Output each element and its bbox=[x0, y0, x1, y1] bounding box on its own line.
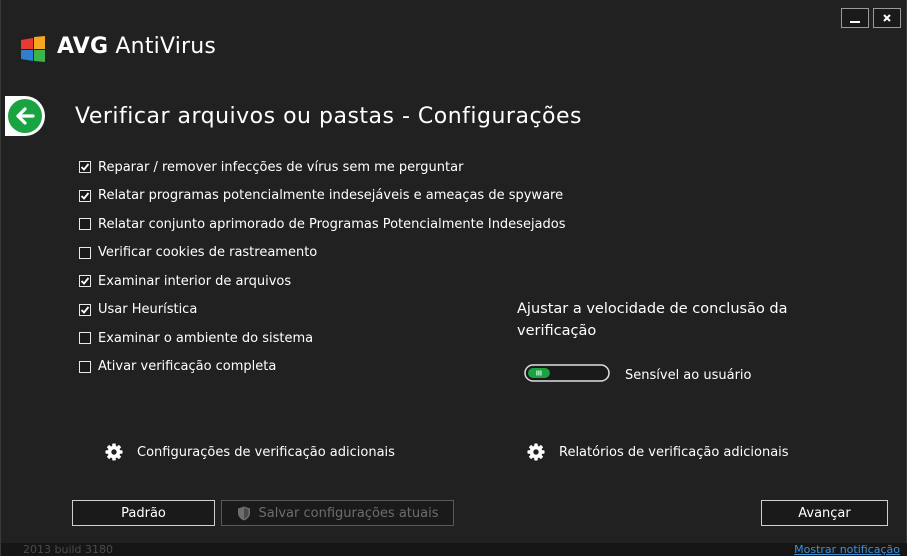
close-icon bbox=[883, 14, 891, 22]
checkbox[interactable] bbox=[79, 275, 91, 288]
next-button[interactable]: Avançar bbox=[761, 500, 888, 526]
default-button-label: Padrão bbox=[121, 505, 166, 521]
checkmark-icon bbox=[80, 277, 90, 286]
additional-settings-link[interactable]: Configurações de verificação adicionais bbox=[105, 443, 395, 461]
additional-reports-link[interactable]: Relatórios de verificação adicionais bbox=[527, 443, 789, 461]
close-button[interactable] bbox=[873, 8, 901, 28]
option-label: Relatar programas potencialmente indesej… bbox=[98, 188, 564, 204]
avg-logo-icon bbox=[21, 36, 45, 62]
additional-reports-label: Relatórios de verificação adicionais bbox=[559, 444, 789, 460]
brand-name: AVG bbox=[57, 34, 109, 59]
default-button[interactable]: Padrão bbox=[72, 500, 215, 526]
checkmark-icon bbox=[80, 192, 90, 200]
minimize-icon bbox=[850, 21, 860, 23]
option-thorough-scan[interactable]: Ativar verificação completa bbox=[79, 353, 566, 382]
checkbox[interactable] bbox=[79, 246, 91, 259]
checkbox[interactable] bbox=[79, 360, 91, 373]
checkbox[interactable] bbox=[79, 189, 91, 202]
title-bar: AVG AntiVirus bbox=[1, 0, 907, 82]
scan-speed-slider[interactable] bbox=[524, 364, 610, 382]
checkbox[interactable] bbox=[79, 303, 91, 316]
checkmark-icon bbox=[80, 163, 90, 172]
option-system-environment[interactable]: Examinar o ambiente do sistema bbox=[79, 324, 566, 353]
option-label: Examinar o ambiente do sistema bbox=[98, 330, 314, 346]
option-label: Verificar cookies de rastreamento bbox=[98, 245, 318, 261]
save-button-label: Salvar configurações atuais bbox=[258, 505, 439, 521]
option-tracking-cookies[interactable]: Verificar cookies de rastreamento bbox=[79, 239, 566, 268]
product-name: AntiVirus bbox=[115, 34, 217, 59]
option-report-enhanced-pup[interactable]: Relatar conjunto aprimorado de Programas… bbox=[79, 210, 566, 239]
checkbox[interactable] bbox=[79, 218, 91, 231]
page-title: Verificar arquivos ou pastas - Configura… bbox=[75, 104, 583, 129]
minimize-button[interactable] bbox=[841, 8, 869, 28]
option-repair-infections[interactable]: Reparar / remover infecções de vírus sem… bbox=[79, 153, 566, 182]
app-title: AVG AntiVirus bbox=[57, 34, 216, 59]
speed-section-title: Ajustar a velocidade de conclusão da ver… bbox=[517, 301, 788, 339]
build-version: 2013 build 3180 bbox=[23, 543, 114, 556]
checkbox[interactable] bbox=[79, 332, 91, 345]
additional-settings-label: Configurações de verificação adicionais bbox=[137, 444, 395, 460]
shield-icon bbox=[237, 506, 250, 520]
next-button-label: Avançar bbox=[798, 505, 851, 521]
option-label: Ativar verificação completa bbox=[98, 359, 277, 375]
window-controls bbox=[841, 8, 901, 28]
save-settings-button[interactable]: Salvar configurações atuais bbox=[221, 500, 454, 526]
speed-level-label: Sensível ao usuário bbox=[625, 368, 752, 383]
checkmark-icon bbox=[80, 306, 90, 314]
option-label: Relatar conjunto aprimorado de Programas… bbox=[98, 216, 566, 232]
back-arrow-icon bbox=[8, 99, 42, 133]
option-label: Examinar interior de arquivos bbox=[98, 273, 292, 289]
gear-icon bbox=[527, 443, 545, 461]
checkbox[interactable] bbox=[79, 161, 91, 174]
option-heuristics[interactable]: Usar Heurística bbox=[79, 296, 566, 325]
scan-options-list: Reparar / remover infecções de vírus sem… bbox=[79, 153, 566, 381]
option-label: Reparar / remover infecções de vírus sem… bbox=[98, 159, 464, 175]
show-notification-link[interactable]: Mostrar notificação bbox=[794, 543, 900, 556]
status-footer: 2013 build 3180 Mostrar notificação bbox=[1, 543, 907, 556]
option-label: Usar Heurística bbox=[98, 302, 198, 318]
option-report-pup-spyware[interactable]: Relatar programas potencialmente indesej… bbox=[79, 182, 566, 211]
gear-icon bbox=[105, 443, 123, 461]
back-button[interactable] bbox=[5, 96, 45, 136]
avg-window: AVG AntiVirus Verificar arquivos ou past… bbox=[0, 0, 907, 556]
option-scan-archives[interactable]: Examinar interior de arquivos bbox=[79, 267, 566, 296]
